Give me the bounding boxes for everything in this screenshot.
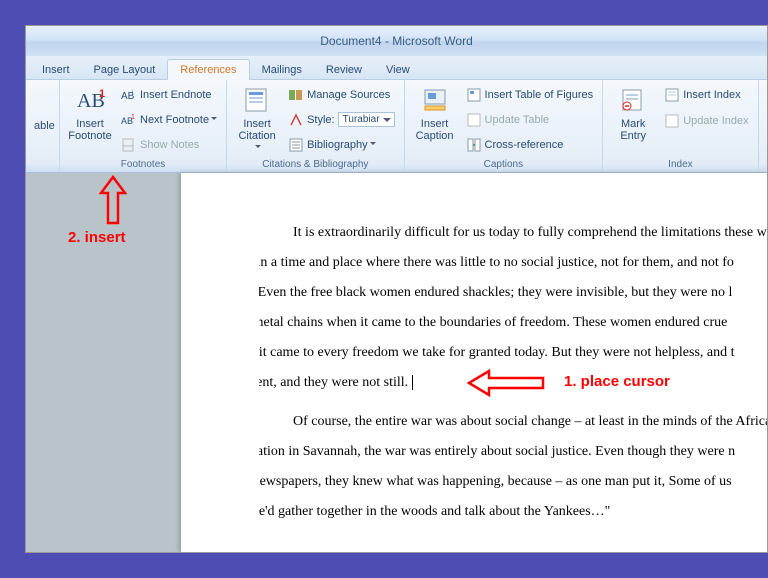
cross-reference-icon — [466, 137, 482, 153]
update-table-button[interactable]: Update Table — [463, 111, 597, 129]
cross-reference-button[interactable]: Cross-reference — [463, 136, 597, 154]
citation-style-select[interactable]: Turabiar — [338, 112, 395, 127]
citation-style-row: Style: Turabiar — [285, 111, 397, 129]
tab-page-layout[interactable]: Page Layout — [82, 60, 168, 79]
mark-citation-button[interactable]: Mark Citation — [763, 82, 768, 169]
mark-entry-icon — [617, 84, 649, 116]
citation-icon — [241, 84, 273, 116]
style-icon — [288, 112, 304, 128]
toc-partial[interactable]: able — [30, 82, 59, 169]
endnote-icon: ABi — [121, 87, 137, 103]
annotation-arrow-step2 — [99, 175, 127, 225]
captions-group-label: Captions — [409, 158, 599, 172]
manage-sources-icon — [288, 87, 304, 103]
ribbon: able AB1 Insert Footnote ABi Insert Endn… — [26, 80, 767, 173]
ribbon-tabs: Insert Page Layout References Mailings R… — [26, 56, 767, 80]
document-page[interactable]: It is extraordinarily difficult for us t… — [181, 173, 767, 552]
insert-table-of-figures-button[interactable]: Insert Table of Figures — [463, 86, 597, 104]
next-footnote-button[interactable]: AB1 Next Footnote — [118, 111, 220, 129]
update-index-button[interactable]: Update Index — [661, 112, 751, 130]
index-group-label: Index — [607, 158, 753, 172]
footnote-icon: AB1 — [74, 84, 106, 116]
svg-text:i: i — [132, 90, 133, 96]
manage-sources-button[interactable]: Manage Sources — [285, 86, 397, 104]
document-title: Document4 — [320, 34, 381, 48]
tab-references[interactable]: References — [167, 59, 249, 80]
annotation-arrow-step1 — [467, 369, 545, 397]
bibliography-button[interactable]: Bibliography — [285, 136, 397, 154]
insert-index-icon — [664, 87, 680, 103]
show-notes-button[interactable]: Show Notes — [118, 136, 220, 154]
tab-mailings[interactable]: Mailings — [250, 60, 314, 79]
app-name: Microsoft Word — [392, 34, 472, 48]
table-of-figures-icon — [466, 87, 482, 103]
footnotes-group-label: Footnotes — [64, 158, 222, 172]
chevron-down-icon — [253, 142, 261, 154]
update-table-icon — [466, 112, 482, 128]
next-footnote-icon: AB1 — [121, 112, 137, 128]
insert-index-button[interactable]: Insert Index — [661, 86, 751, 104]
citations-group-label: Citations & Bibliography — [231, 158, 399, 172]
workspace: It is extraordinarily difficult for us t… — [26, 173, 767, 552]
insert-caption-button[interactable]: Insert Caption — [409, 82, 461, 158]
tab-view[interactable]: View — [374, 60, 422, 79]
tab-review[interactable]: Review — [314, 60, 374, 79]
text-cursor — [408, 375, 413, 390]
caption-icon — [419, 84, 451, 116]
annotation-label-step1: 1. place cursor — [564, 373, 670, 390]
bibliography-icon — [288, 137, 304, 153]
annotation-label-step2: 2. insert — [68, 229, 126, 246]
mark-entry-button[interactable]: Mark Entry — [607, 82, 659, 158]
insert-endnote-button[interactable]: ABi Insert Endnote — [118, 86, 220, 104]
svg-text:1: 1 — [99, 88, 105, 100]
insert-footnote-button[interactable]: AB1 Insert Footnote — [64, 82, 116, 158]
title-bar: Document4 - Microsoft Word — [26, 26, 767, 56]
show-notes-icon — [121, 137, 137, 153]
insert-citation-button[interactable]: Insert Citation — [231, 82, 283, 158]
tab-insert[interactable]: Insert — [30, 60, 82, 79]
update-index-icon — [664, 113, 680, 129]
svg-text:1: 1 — [131, 114, 135, 121]
